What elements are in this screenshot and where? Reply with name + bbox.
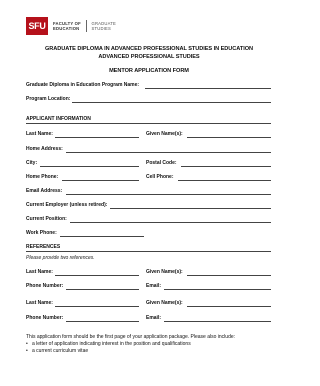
- ref1-phone-label: Phone Number:: [26, 283, 64, 289]
- ref1-contact-row: Phone Number: Email:: [0, 283, 298, 290]
- postal-code-field[interactable]: [181, 166, 271, 167]
- given-names-field[interactable]: [187, 137, 271, 138]
- references-section-heading: REFERENCES: [26, 244, 61, 250]
- work-phone-field[interactable]: [60, 236, 144, 237]
- position-field[interactable]: [70, 222, 271, 223]
- graduate-studies-label: GRADUATE STUDIES: [92, 21, 117, 31]
- city-field[interactable]: [40, 166, 139, 167]
- faculty-label: FACULTY OF EDUCATION: [53, 21, 81, 31]
- home-address-row: Home Address:: [0, 146, 298, 153]
- closing-instructions: This application form should be the firs…: [26, 334, 236, 340]
- cell-phone-label: Cell Phone:: [146, 174, 174, 180]
- ref1-given-names-label: Given Name(s):: [146, 269, 183, 275]
- home-phone-label: Home Phone:: [26, 174, 59, 180]
- program-location-field[interactable]: [72, 102, 271, 103]
- home-phone-field[interactable]: [62, 180, 139, 181]
- ref2-email-field[interactable]: [164, 321, 271, 322]
- position-row: Current Position:: [0, 216, 298, 223]
- cell-phone-field[interactable]: [178, 180, 271, 181]
- applicant-name-row: Last Name: Given Name(s):: [0, 131, 298, 138]
- sfu-logo-mark: SFU: [26, 17, 48, 35]
- program-location-label: Program Location:: [26, 96, 71, 102]
- city-row: City: Postal Code:: [0, 160, 298, 167]
- ref1-last-name-field[interactable]: [55, 275, 139, 276]
- last-name-field[interactable]: [55, 137, 139, 138]
- bullet-text-cv: a current curriculum vitae: [32, 348, 89, 354]
- employer-field[interactable]: [110, 208, 271, 209]
- logo-divider: [85, 20, 87, 32]
- ref2-last-name-label: Last Name:: [26, 300, 53, 306]
- last-name-label: Last Name:: [26, 131, 53, 137]
- ref2-phone-label: Phone Number:: [26, 315, 64, 321]
- city-label: City:: [26, 160, 38, 166]
- applicant-section-heading: APPLICANT INFORMATION: [26, 116, 91, 122]
- references-note: Please provide two references.: [26, 255, 95, 261]
- applicant-section-rule: [26, 123, 271, 124]
- employer-row: Current Employer (unless retired):: [0, 202, 298, 209]
- work-phone-row: Work Phone:: [0, 230, 298, 237]
- email-address-label: Email Address:: [26, 188, 63, 194]
- program-name-field[interactable]: [145, 88, 271, 89]
- program-name-label: Graduate Diploma in Education Program Na…: [26, 82, 140, 88]
- phone-row: Home Phone: Cell Phone:: [0, 174, 298, 181]
- document-title-line-1: GRADUATE DIPLOMA IN ADVANCED PROFESSIONA…: [44, 46, 254, 52]
- email-address-field[interactable]: [66, 194, 271, 195]
- ref1-given-names-field[interactable]: [187, 275, 271, 276]
- ref1-phone-field[interactable]: [66, 289, 139, 290]
- home-address-field[interactable]: [66, 152, 271, 153]
- form-title: MENTOR APPLICATION FORM: [109, 68, 189, 74]
- bullet-text-letter: a letter of application indicating inter…: [32, 341, 191, 347]
- bullet-item-cv: • a current curriculum vitae: [26, 348, 88, 354]
- position-label: Current Position:: [26, 216, 67, 222]
- ref2-phone-field[interactable]: [66, 321, 139, 322]
- references-section-rule: [26, 251, 271, 252]
- ref1-email-field[interactable]: [164, 289, 271, 290]
- email-row: Email Address:: [0, 188, 298, 195]
- ref1-last-name-label: Last Name:: [26, 269, 53, 275]
- postal-code-label: Postal Code:: [146, 160, 177, 166]
- program-name-row: Graduate Diploma in Education Program Na…: [0, 82, 298, 89]
- given-names-label: Given Name(s):: [146, 131, 183, 137]
- grad-line-2: STUDIES: [91, 26, 112, 31]
- ref2-name-row: Last Name: Given Name(s):: [0, 300, 298, 307]
- ref2-given-names-label: Given Name(s):: [146, 300, 183, 306]
- ref1-name-row: Last Name: Given Name(s):: [0, 269, 298, 276]
- employer-label: Current Employer (unless retired):: [26, 202, 108, 208]
- home-address-label: Home Address:: [26, 146, 63, 152]
- ref2-last-name-field[interactable]: [55, 306, 139, 307]
- ref2-contact-row: Phone Number: Email:: [0, 315, 298, 322]
- bullet-item-letter: • a letter of application indicating inte…: [26, 341, 191, 347]
- document-title-line-2: ADVANCED PROFESSIONAL STUDIES: [98, 54, 200, 60]
- ref1-email-label: Email:: [146, 283, 162, 289]
- ref2-email-label: Email:: [146, 315, 162, 321]
- program-location-row: Program Location:: [0, 96, 298, 103]
- work-phone-label: Work Phone:: [26, 230, 57, 236]
- faculty-line-2: EDUCATION: [53, 26, 80, 31]
- sfu-logo: SFU FACULTY OF EDUCATION GRADUATE STUDIE…: [26, 17, 116, 35]
- ref2-given-names-field[interactable]: [187, 306, 271, 307]
